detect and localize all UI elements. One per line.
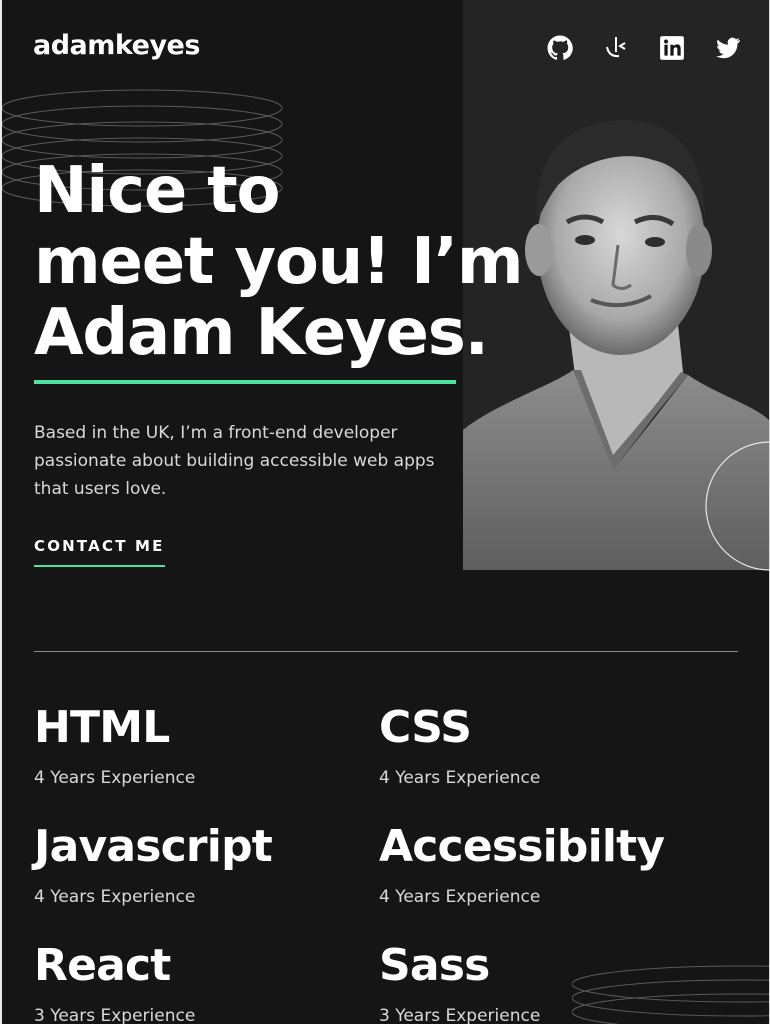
- site-logo[interactable]: adamkeyes: [33, 30, 200, 61]
- skill-name: HTML: [34, 702, 170, 753]
- skill-experience: 4 Years Experience: [34, 887, 196, 907]
- skill-name: Javascript: [34, 821, 273, 872]
- social-links: [546, 34, 742, 62]
- circle-decoration: [705, 441, 770, 571]
- frontend-mentor-icon: [606, 37, 626, 58]
- hero-heading: Nice to meet you! I’m Adam Keyes.: [34, 156, 554, 369]
- skill-experience: 3 Years Experience: [34, 1006, 196, 1024]
- linkedin-link[interactable]: [658, 34, 686, 62]
- skill-experience: 4 Years Experience: [379, 887, 541, 907]
- section-divider: [34, 651, 738, 652]
- hero-description: Based in the UK, I’m a front-end develop…: [34, 423, 435, 499]
- hero-heading-line: meet you! I’m: [34, 225, 524, 299]
- skill-item: Sass 3 Years Experience: [379, 941, 540, 1024]
- contact-me-button[interactable]: CONTACT ME: [34, 537, 165, 567]
- portfolio-page: adamkeyes Nice to meet you! I’m Adam Key…: [0, 0, 770, 1024]
- skill-experience: 4 Years Experience: [34, 768, 196, 788]
- frontend-mentor-link[interactable]: [602, 34, 630, 62]
- hero-heading-line: Nice to: [34, 154, 280, 228]
- left-border: [0, 0, 2, 1024]
- skill-name: React: [34, 940, 171, 991]
- skill-item: HTML 4 Years Experience: [34, 703, 195, 789]
- hero-underline: [34, 380, 456, 384]
- twitter-icon: [716, 37, 740, 59]
- twitter-link[interactable]: [714, 34, 742, 62]
- github-link[interactable]: [546, 34, 574, 62]
- skill-name: Accessibilty: [379, 821, 665, 872]
- linkedin-icon: [660, 36, 684, 60]
- skill-name: CSS: [379, 702, 472, 753]
- rings-decoration-bottom: [572, 965, 770, 1024]
- hero-heading-line: Adam Keyes.: [34, 296, 489, 370]
- skill-item: React 3 Years Experience: [34, 941, 195, 1024]
- skill-item: CSS 4 Years Experience: [379, 703, 540, 789]
- skill-experience: 4 Years Experience: [379, 768, 541, 788]
- github-icon: [547, 35, 573, 60]
- skill-name: Sass: [379, 940, 490, 991]
- skill-experience: 3 Years Experience: [379, 1006, 541, 1024]
- skill-item: Accessibilty 4 Years Experience: [379, 821, 665, 908]
- skill-item: Javascript 4 Years Experience: [34, 821, 273, 908]
